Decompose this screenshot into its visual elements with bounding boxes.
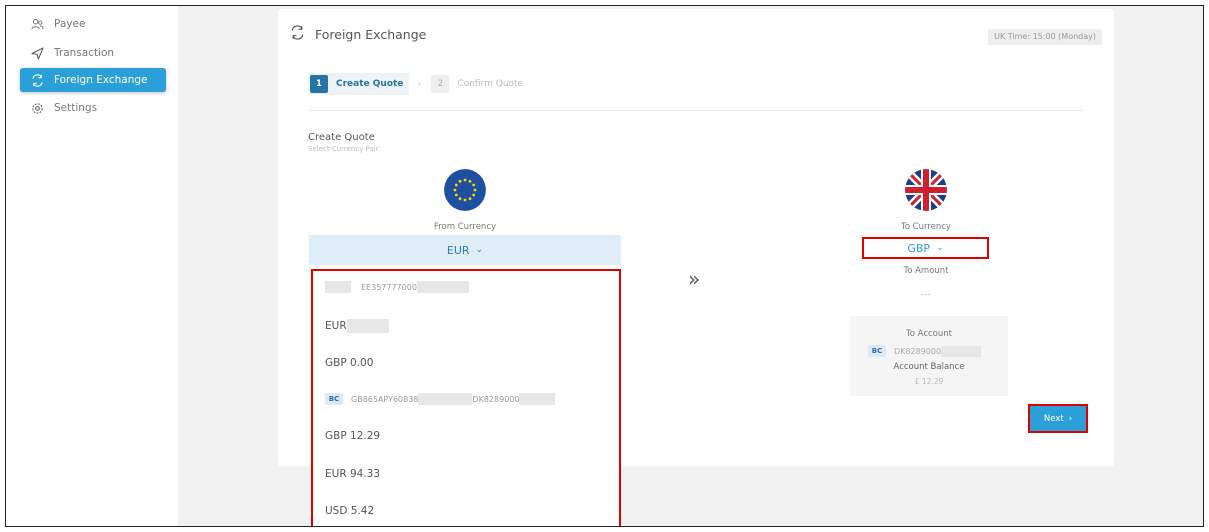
sidebar-item-settings[interactable]: Settings [20, 96, 166, 120]
dropdown-account-item[interactable]: EE357777000 [325, 281, 469, 293]
bc-badge: BC [868, 345, 886, 357]
redacted-block [418, 393, 473, 405]
chevron-down-icon: ⌄ [936, 243, 944, 253]
dropdown-option-usd[interactable]: USD 5.42 [325, 505, 374, 517]
uk-flag-icon [905, 169, 947, 211]
chevron-right-icon: › [417, 78, 422, 90]
eu-flag-icon [444, 169, 486, 211]
step-label: Create Quote [336, 79, 404, 89]
foreign-exchange-card: Foreign Exchange UK Time: 15:00 (Monday)… [278, 9, 1114, 526]
to-currency-value: GBP [907, 241, 931, 255]
sidebar: Payee Transaction Foreign Exchange Setti… [6, 6, 178, 526]
from-currency-select[interactable]: EUR ⌄ [309, 235, 621, 265]
redacted-block [416, 281, 469, 293]
dropdown-option-gbp-0[interactable]: GBP 0.00 [325, 357, 373, 369]
account-iban: EE357777000 [361, 282, 417, 292]
chevron-down-icon: ⌄ [475, 245, 484, 255]
uk-time-badge: UK Time: 15:00 (Monday) [988, 29, 1102, 45]
app-window: Payee Transaction Foreign Exchange Setti… [5, 5, 1204, 527]
exchange-icon [290, 25, 305, 43]
chevron-right-icon: › [1068, 413, 1073, 424]
option-label: GBP 0.00 [325, 357, 374, 369]
sidebar-item-label: Payee [54, 18, 86, 30]
redacted-block [519, 393, 556, 405]
step-number: 1 [310, 75, 328, 93]
users-icon [30, 17, 44, 31]
to-account-panel: To Account BC DK8289000 Account Balance … [850, 316, 1008, 396]
to-account-row[interactable]: BC DK8289000 [868, 345, 982, 357]
divider [308, 110, 1084, 111]
sidebar-item-payee[interactable]: Payee [20, 12, 166, 36]
to-currency-select[interactable]: GBP ⌄ [862, 237, 989, 259]
account-balance-value: £ 12.29 [914, 377, 944, 386]
to-account-label: To Account [906, 329, 952, 339]
to-account-number: DK8289000 [894, 346, 942, 356]
option-label: USD 5.42 [325, 505, 375, 517]
from-currency-dropdown[interactable]: EE357777000 EUR GBP 0.00 BC GB865APY6083… [311, 269, 621, 526]
sidebar-item-label: Transaction [54, 47, 115, 59]
double-chevron-right-icon: » [688, 267, 701, 291]
bc-badge: BC [325, 393, 343, 405]
dropdown-option-eur-94[interactable]: EUR 94.33 [325, 468, 380, 480]
from-currency-value: EUR [446, 243, 470, 257]
sidebar-item-label: Foreign Exchange [54, 74, 148, 86]
gear-icon [30, 101, 44, 115]
exchange-icon [30, 73, 44, 87]
sidebar-item-foreign-exchange[interactable]: Foreign Exchange [20, 68, 166, 92]
to-amount-label: To Amount [903, 266, 949, 276]
page-title: Foreign Exchange [290, 25, 426, 43]
redacted-block [325, 281, 351, 293]
send-icon [30, 46, 44, 60]
sidebar-item-label: Settings [54, 102, 98, 114]
redacted-block [941, 345, 982, 357]
next-button[interactable]: Next › [1028, 404, 1088, 433]
step-number: 2 [431, 75, 450, 93]
to-amount-value: --- [921, 290, 931, 300]
sidebar-item-transaction[interactable]: Transaction [20, 41, 166, 65]
account-balance-label: Account Balance [893, 362, 965, 372]
option-label: EUR [325, 320, 347, 332]
to-currency-label: To Currency [901, 222, 951, 232]
dropdown-option-eur[interactable]: EUR [325, 319, 389, 333]
next-button-label: Next [1043, 413, 1064, 424]
step-create-quote[interactable]: 1 Create Quote [308, 73, 410, 95]
section-title: Create Quote [308, 132, 375, 143]
stepper: 1 Create Quote › 2 Confirm Quote [308, 73, 529, 95]
dropdown-option-gbp-12[interactable]: GBP 12.29 [325, 430, 380, 442]
step-confirm-quote[interactable]: 2 Confirm Quote [429, 73, 529, 95]
redacted-block [346, 319, 389, 333]
page-title-text: Foreign Exchange [315, 26, 427, 42]
account-extra: DK8289000 [472, 394, 520, 404]
account-iban: GB865APY60838 [351, 394, 419, 404]
section-subtitle: Select Currency Pair [308, 145, 379, 153]
from-currency-label: From Currency [433, 222, 497, 232]
option-label: EUR 94.33 [325, 468, 381, 480]
step-label: Confirm Quote [457, 79, 524, 89]
dropdown-account-item-bc[interactable]: BC GB865APY60838 DK8289000 [325, 393, 556, 405]
option-label: GBP 12.29 [325, 430, 381, 442]
